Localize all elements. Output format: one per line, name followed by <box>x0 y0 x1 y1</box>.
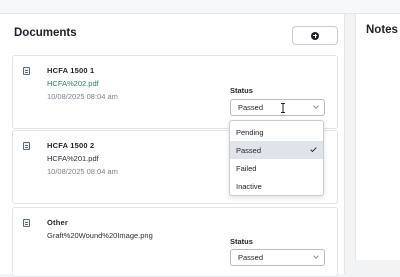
chevron-down-icon <box>313 253 319 259</box>
top-strip <box>0 0 400 14</box>
document-icon <box>23 67 30 75</box>
document-title: HCFA 1500 2 <box>47 141 95 150</box>
status-select[interactable]: Passed <box>230 99 325 116</box>
notes-title: Notes <box>366 24 398 36</box>
checkmark-icon <box>310 145 317 153</box>
status-select-value: Passed <box>238 253 264 262</box>
dropdown-option-failed[interactable]: Failed <box>230 159 323 177</box>
notes-panel: Notes <box>355 14 400 260</box>
document-title: HCFA 1500 1 <box>47 66 95 75</box>
status-label: Status <box>230 237 253 246</box>
documents-title: Documents <box>14 27 77 39</box>
document-date: 10/08/2025 08:04 am <box>47 92 118 101</box>
document-file-link[interactable]: HCFA%201.pdf <box>47 154 99 163</box>
document-icon <box>23 142 30 150</box>
status-select-value: Passed <box>238 103 264 112</box>
dropdown-option-label: Passed <box>236 145 262 155</box>
document-file-link[interactable]: Graft%20Wound%20Image.png <box>47 231 153 240</box>
plus-circle-icon <box>311 31 319 40</box>
dropdown-option-passed[interactable]: Passed <box>230 141 323 159</box>
document-date: 10/08/2025 08:04 am <box>47 167 118 176</box>
document-card: HCFA 1500 1 HCFA%202.pdf 10/08/2025 08:0… <box>12 55 338 129</box>
add-document-button[interactable] <box>292 26 338 45</box>
document-file-link[interactable]: HCFA%202.pdf <box>47 79 99 88</box>
chevron-down-icon <box>313 103 319 109</box>
dropdown-option-pending[interactable]: Pending <box>230 123 323 141</box>
document-title: Other <box>47 218 69 227</box>
text-cursor-icon <box>281 103 285 113</box>
dropdown-option-inactive[interactable]: Inactive <box>230 177 323 195</box>
document-icon <box>23 219 30 227</box>
status-dropdown-menu: Pending Passed Failed Inactive <box>229 120 324 196</box>
document-card: Other Graft%20Wound%20Image.png Status P… <box>12 207 338 277</box>
status-select[interactable]: Passed <box>230 249 325 266</box>
status-label: Status <box>230 86 253 95</box>
